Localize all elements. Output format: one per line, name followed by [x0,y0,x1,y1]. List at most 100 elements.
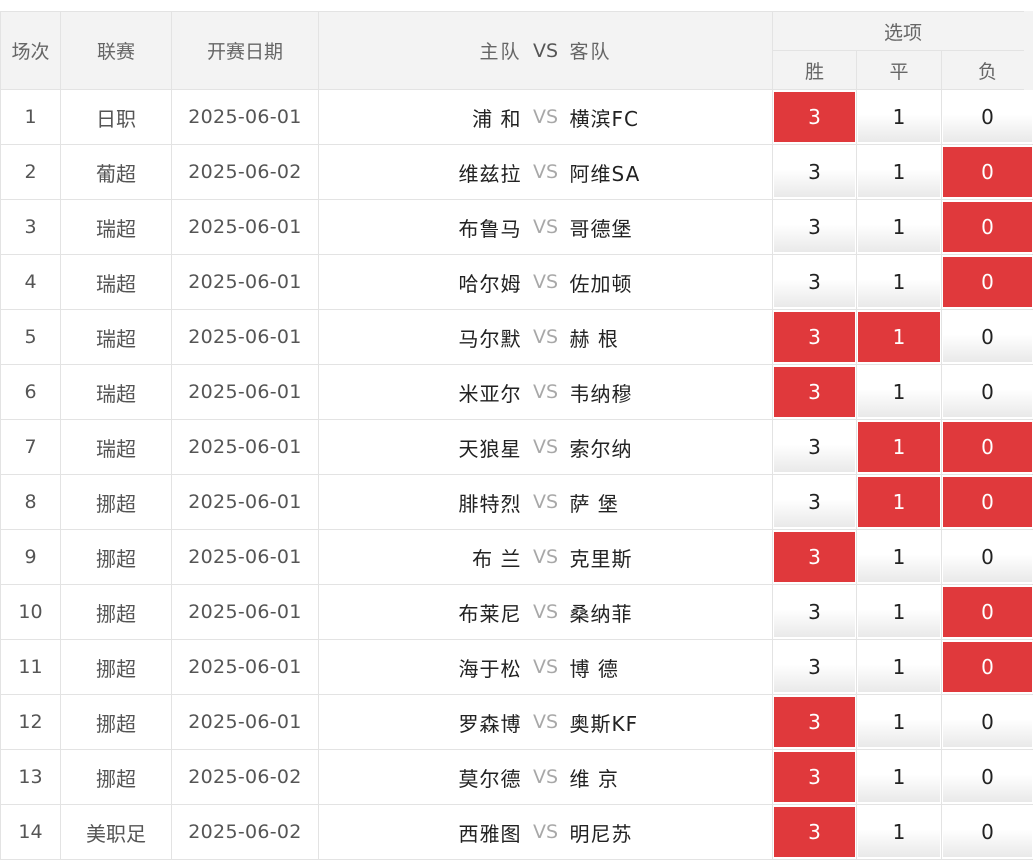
match-number: 12 [1,695,61,750]
option-win-button[interactable]: 3 [774,477,855,527]
vs-label: VS [522,436,570,458]
table-row: 2葡超2025-06-02维兹拉VS阿维SA310 [1,145,1033,200]
option-lose-button[interactable]: 0 [943,532,1032,582]
header-options: 选项 [773,12,1033,51]
option-win-button[interactable]: 3 [774,697,855,747]
vs-label: VS [522,161,570,183]
option-win-button[interactable]: 3 [774,422,855,472]
away-team: 哥德堡 [570,213,772,242]
match-teams: 马尔默VS赫 根 [319,310,773,365]
league-name: 瑞超 [61,310,172,365]
match-teams: 莫尔德VS维 京 [319,750,773,805]
match-teams: 米亚尔VS韦纳穆 [319,365,773,420]
table-row: 8挪超2025-06-01腓特烈VS萨 堡310 [1,475,1033,530]
option-cell-win: 3 [773,420,857,475]
option-cell-draw: 1 [857,750,942,805]
option-lose-button[interactable]: 0 [943,697,1032,747]
option-lose-button[interactable]: 0 [943,642,1032,692]
header-match: 主队 VS 客队 [319,12,773,90]
header-vs: VS [522,40,570,62]
option-win-button[interactable]: 3 [774,642,855,692]
league-name: 挪超 [61,695,172,750]
option-win-button[interactable]: 3 [774,367,855,417]
option-draw-button[interactable]: 1 [858,697,940,747]
option-cell-win: 3 [773,695,857,750]
away-team: 阿维SA [570,158,772,187]
home-team: 罗森博 [320,708,522,737]
option-lose-button[interactable]: 0 [943,312,1032,362]
option-draw-button[interactable]: 1 [858,752,940,802]
option-win-button[interactable]: 3 [774,587,855,637]
option-lose-button[interactable]: 0 [943,202,1032,252]
option-win-button[interactable]: 3 [774,92,855,142]
option-cell-lose: 0 [942,200,1033,255]
league-name: 挪超 [61,640,172,695]
option-win-button[interactable]: 3 [774,752,855,802]
match-date: 2025-06-02 [172,145,319,200]
option-win-button[interactable]: 3 [774,312,855,362]
home-team: 米亚尔 [320,378,522,407]
option-draw-button[interactable]: 1 [858,642,940,692]
option-draw-button[interactable]: 1 [858,532,940,582]
match-date: 2025-06-02 [172,805,319,860]
match-number: 9 [1,530,61,585]
away-team: 韦纳穆 [570,378,772,407]
option-cell-draw: 1 [857,585,942,640]
vs-label: VS [522,711,570,733]
away-team: 桑纳菲 [570,598,772,627]
option-win-button[interactable]: 3 [774,257,855,307]
option-win-button[interactable]: 3 [774,807,855,857]
vs-label: VS [522,821,570,843]
option-cell-draw: 1 [857,530,942,585]
home-team: 布 兰 [320,543,522,572]
option-lose-button[interactable]: 0 [943,92,1032,142]
option-draw-button[interactable]: 1 [858,422,940,472]
option-draw-button[interactable]: 1 [858,367,940,417]
option-draw-button[interactable]: 1 [858,92,940,142]
home-team: 布莱尼 [320,598,522,627]
option-lose-button[interactable]: 0 [943,257,1032,307]
option-draw-button[interactable]: 1 [858,202,940,252]
option-lose-button[interactable]: 0 [943,477,1032,527]
header-date: 开赛日期 [172,12,319,90]
home-team: 腓特烈 [320,488,522,517]
table-row: 10挪超2025-06-01布莱尼VS桑纳菲310 [1,585,1033,640]
option-cell-lose: 0 [942,530,1033,585]
option-draw-button[interactable]: 1 [858,147,940,197]
option-win-button[interactable]: 3 [774,532,855,582]
option-cell-draw: 1 [857,805,942,860]
option-lose-button[interactable]: 0 [943,422,1032,472]
match-teams: 西雅图VS明尼苏 [319,805,773,860]
table-row: 3瑞超2025-06-01布鲁马VS哥德堡310 [1,200,1033,255]
option-cell-win: 3 [773,640,857,695]
option-draw-button[interactable]: 1 [858,257,940,307]
option-draw-button[interactable]: 1 [858,312,940,362]
option-win-button[interactable]: 3 [774,147,855,197]
option-draw-button[interactable]: 1 [858,587,940,637]
option-lose-button[interactable]: 0 [943,147,1032,197]
home-team: 哈尔姆 [320,268,522,297]
home-team: 浦 和 [320,103,522,132]
option-lose-button[interactable]: 0 [943,367,1032,417]
league-name: 瑞超 [61,420,172,475]
option-cell-lose: 0 [942,90,1033,145]
header-home: 主队 [320,37,522,64]
away-team: 佐加顿 [570,268,772,297]
option-lose-button[interactable]: 0 [943,587,1032,637]
option-cell-lose: 0 [942,255,1033,310]
option-lose-button[interactable]: 0 [943,807,1032,857]
match-teams: 布鲁马VS哥德堡 [319,200,773,255]
league-name: 日职 [61,90,172,145]
option-cell-lose: 0 [942,310,1033,365]
match-date: 2025-06-01 [172,530,319,585]
option-win-button[interactable]: 3 [774,202,855,252]
home-team: 莫尔德 [320,763,522,792]
vs-label: VS [522,106,570,128]
match-number: 13 [1,750,61,805]
option-lose-button[interactable]: 0 [943,752,1032,802]
option-cell-win: 3 [773,750,857,805]
option-cell-lose: 0 [942,420,1033,475]
option-draw-button[interactable]: 1 [858,807,940,857]
vs-label: VS [522,216,570,238]
option-draw-button[interactable]: 1 [858,477,940,527]
